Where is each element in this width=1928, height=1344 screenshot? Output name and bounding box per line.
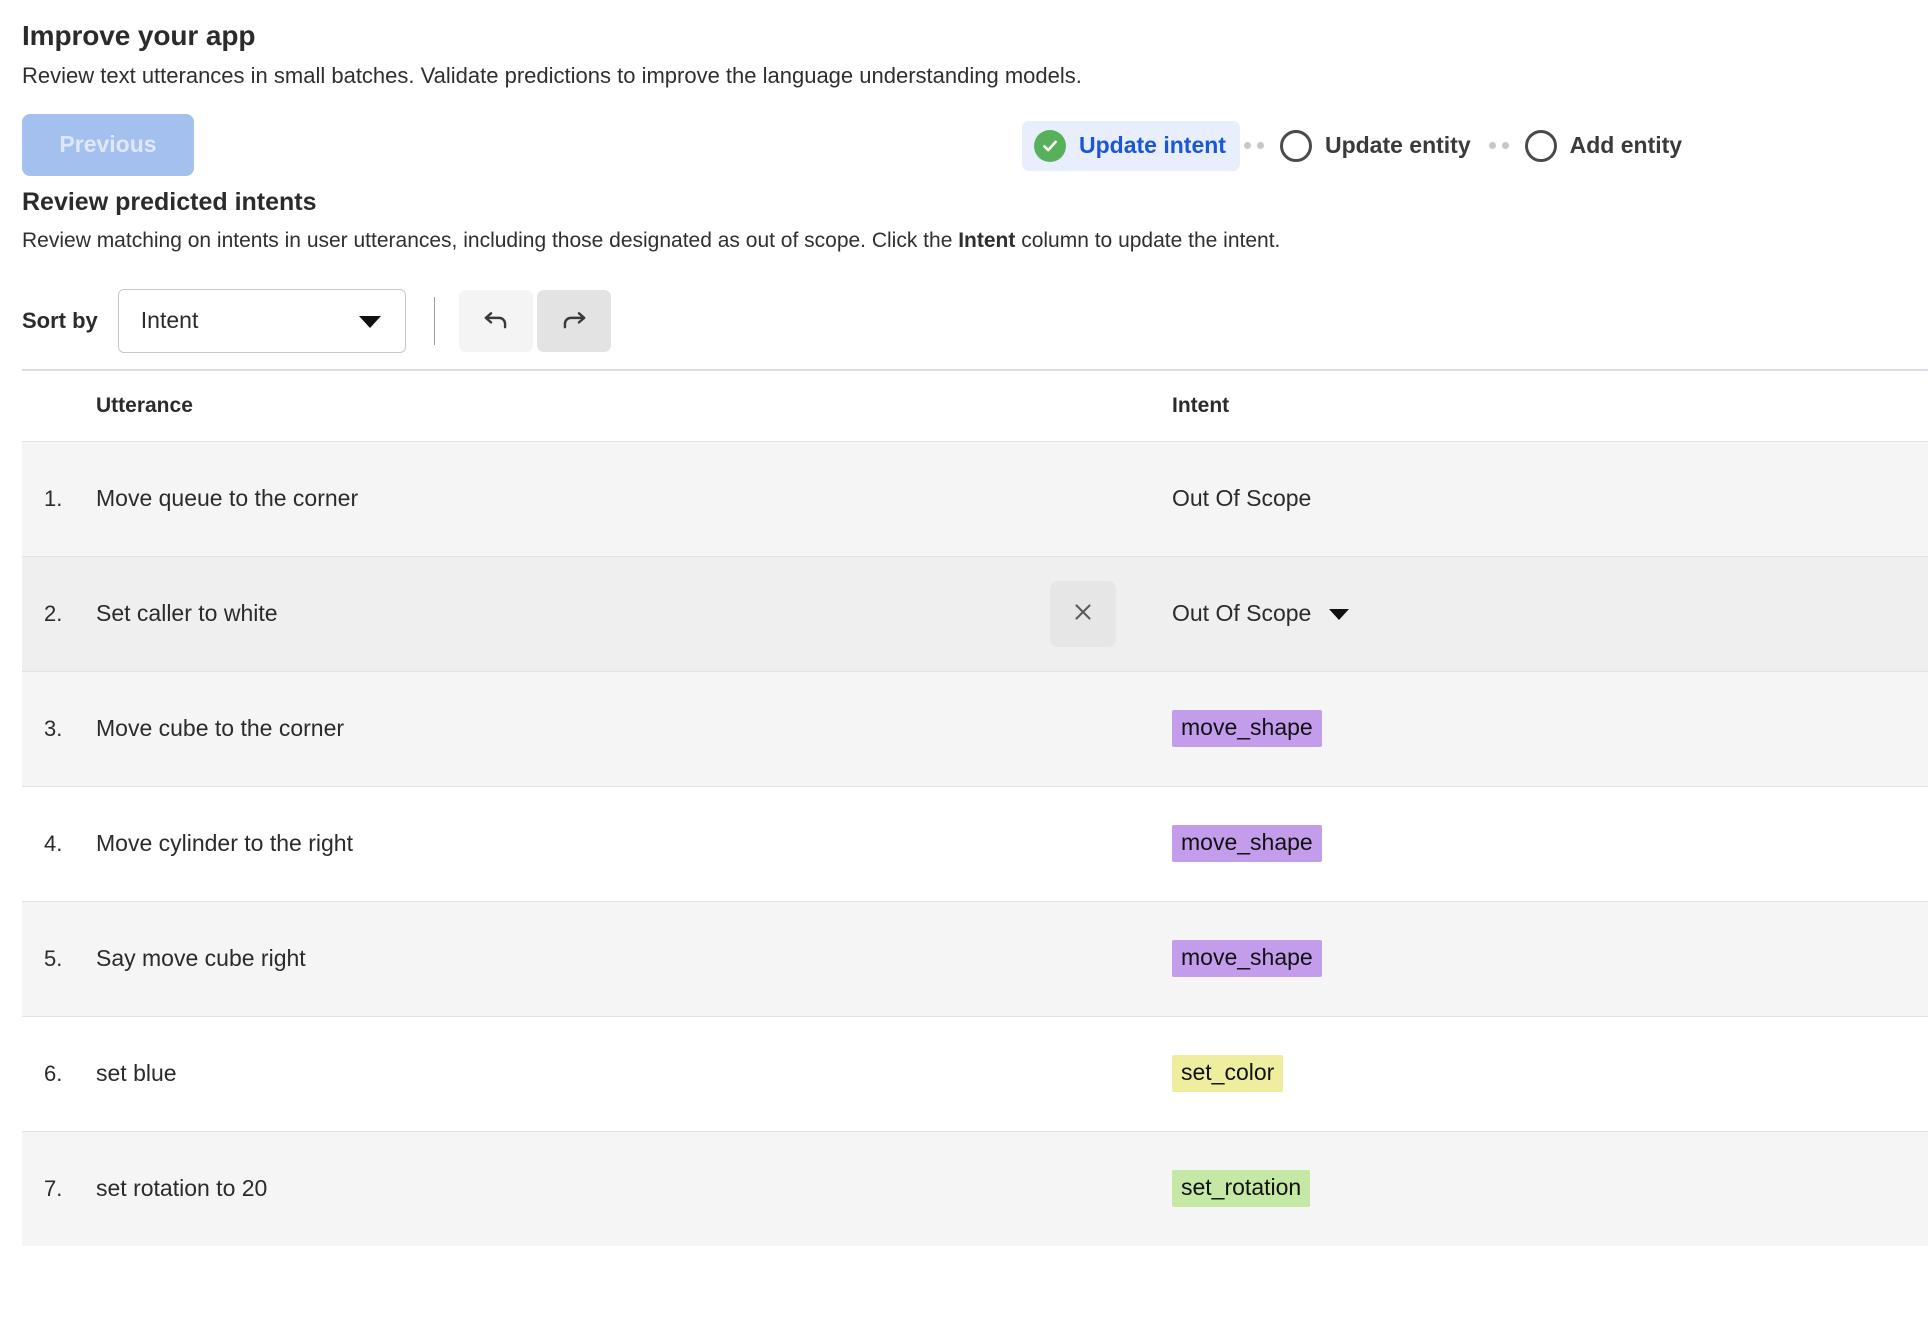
sort-by-value: Intent [140, 307, 199, 333]
table-header-row: Utterance Intent [22, 370, 1928, 441]
row-number: 3. [44, 715, 63, 741]
redo-button[interactable] [536, 289, 611, 352]
step-label-update-intent: Update intent [1079, 132, 1226, 158]
intent-tag[interactable]: move_shape [1172, 825, 1322, 862]
utterance-cell: Set caller to white [96, 600, 278, 626]
stepper-connector-2 [1485, 142, 1513, 149]
section-desc-part2: column to update the intent. [1015, 228, 1281, 252]
intent-tag[interactable]: set_rotation [1172, 1170, 1311, 1207]
section-description: Review matching on intents in user utter… [22, 217, 1906, 253]
improve-app-page: Improve your app Review text utterances … [0, 0, 1928, 1344]
navigation-row: Previous Update intent Update entity Add… [0, 113, 1928, 186]
intent-cell[interactable]: move_shape [1172, 940, 1928, 977]
sort-by-label: Sort by [22, 307, 98, 333]
intent-cell[interactable]: move_shape [1172, 825, 1928, 862]
undo-button[interactable] [458, 289, 533, 352]
close-icon [1070, 599, 1096, 628]
column-header-utterance: Utterance [96, 393, 193, 417]
table-row[interactable]: 1. Move queue to the corner Out Of Scope [22, 440, 1928, 556]
intent-value[interactable]: Out Of Scope [1172, 600, 1311, 627]
row-number: 6. [44, 1060, 63, 1086]
previous-button[interactable]: Previous [22, 113, 194, 176]
table-row[interactable]: 7. set rotation to 20 set_rotation [22, 1130, 1928, 1246]
chevron-down-icon[interactable] [1329, 609, 1350, 620]
page-title: Improve your app [22, 20, 256, 51]
row-number: 5. [44, 945, 63, 971]
redo-icon [557, 302, 591, 339]
toolbar-divider [433, 296, 435, 345]
row-number: 2. [44, 600, 63, 626]
empty-circle-icon [1279, 129, 1312, 162]
stepper-connector-1 [1240, 142, 1268, 149]
table-row[interactable]: 4. Move cylinder to the right move_shape [22, 785, 1928, 901]
utterance-cell: set rotation to 20 [96, 1175, 268, 1201]
row-number: 1. [44, 485, 63, 511]
check-circle-icon [1034, 129, 1066, 162]
utterance-cell: Move cube to the corner [96, 715, 345, 741]
step-update-entity[interactable]: Update entity [1268, 121, 1485, 171]
table-toolbar: Sort by Intent [0, 288, 1928, 353]
empty-circle-icon [1524, 129, 1557, 162]
table-row[interactable]: 5. Say move cube right move_shape [22, 900, 1928, 1016]
table-row[interactable]: 2. Set caller to white Out Of Scope [22, 555, 1928, 671]
intent-cell[interactable]: Out Of Scope [1050, 580, 1928, 647]
step-label-add-entity: Add entity [1569, 132, 1683, 158]
step-label-update-entity: Update entity [1324, 132, 1471, 158]
section-header: Review predicted intents Review matching… [0, 186, 1928, 253]
utterance-cell: Move queue to the corner [96, 485, 359, 511]
table-body: 1. Move queue to the corner Out Of Scope 2.… [22, 440, 1928, 1246]
predicted-intents-table: Utterance Intent 1. Move queue to the cor… [22, 368, 1928, 1246]
page-subtitle: Review text utterances in small batches.… [22, 63, 1082, 88]
wizard-stepper: Update intent Update entity Add entity [1022, 118, 1696, 174]
page-header: Improve your app Review text utterances … [0, 0, 1928, 90]
utterance-cell: Move cylinder to the right [96, 830, 353, 856]
clear-intent-button[interactable] [1050, 580, 1116, 647]
section-desc-emphasis: Intent [958, 228, 1016, 252]
intent-cell[interactable]: Out Of Scope [1172, 485, 1928, 512]
intent-tag[interactable]: set_color [1172, 1055, 1284, 1092]
row-number: 4. [44, 830, 63, 856]
utterance-cell: set blue [96, 1060, 177, 1086]
utterance-cell: Say move cube right [96, 945, 306, 971]
section-desc-part1: Review matching on intents in user utter… [22, 228, 959, 252]
table-row[interactable]: 3. Move cube to the corner move_shape [22, 670, 1928, 786]
intent-cell[interactable]: set_color [1172, 1055, 1928, 1092]
intent-value[interactable]: Out Of Scope [1172, 485, 1311, 512]
table-row[interactable]: 6. set blue set_color [22, 1015, 1928, 1131]
step-add-entity[interactable]: Add entity [1513, 121, 1696, 171]
chevron-down-icon [358, 315, 381, 328]
step-update-intent[interactable]: Update intent [1022, 120, 1240, 171]
undo-icon [479, 302, 513, 339]
row-number: 7. [44, 1175, 63, 1201]
intent-cell[interactable]: move_shape [1172, 710, 1928, 747]
section-title: Review predicted intents [22, 187, 317, 216]
sort-by-select[interactable]: Intent [117, 288, 406, 353]
intent-tag[interactable]: move_shape [1172, 710, 1322, 747]
intent-cell[interactable]: set_rotation [1172, 1170, 1928, 1207]
column-header-intent[interactable]: Intent [1172, 394, 1928, 418]
intent-tag[interactable]: move_shape [1172, 940, 1322, 977]
